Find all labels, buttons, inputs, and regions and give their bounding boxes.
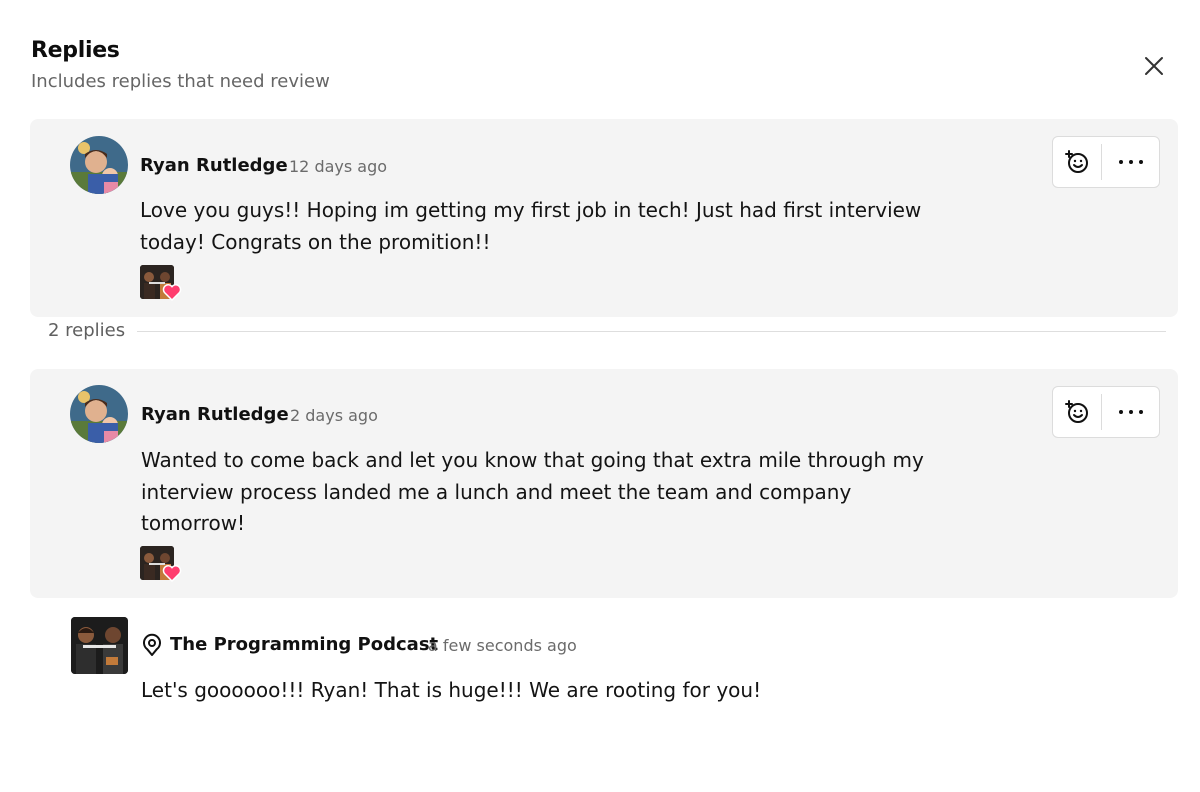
more-options-icon: [1118, 160, 1143, 164]
creator-heart-reaction: [140, 546, 182, 582]
close-button[interactable]: [1138, 50, 1170, 82]
comment-author[interactable]: The Programming Podcast: [170, 634, 438, 655]
more-options-button[interactable]: [1102, 387, 1159, 437]
creator-heart-reaction: [140, 265, 182, 301]
add-reaction-icon: [1065, 400, 1088, 423]
avatar[interactable]: [70, 385, 128, 443]
panel-subtitle: Includes replies that need review: [31, 71, 330, 92]
heart-icon: [162, 284, 182, 301]
comment-time[interactable]: a few seconds ago: [428, 636, 577, 655]
creator-pin-icon: [143, 633, 161, 656]
more-options-button[interactable]: [1102, 137, 1159, 187]
replies-divider: [137, 331, 1166, 332]
comment-author[interactable]: Ryan Rutledge: [140, 155, 288, 176]
comment-actions: [1052, 386, 1160, 438]
comment-time[interactable]: 2 days ago: [290, 406, 378, 425]
comment-text: Let's goooooo!!! Ryan! That is huge!!! W…: [141, 678, 762, 702]
comment-author[interactable]: Ryan Rutledge: [141, 404, 289, 425]
add-reaction-icon: [1065, 150, 1088, 173]
comment-text: Love you guys!! Hoping im getting my fir…: [140, 198, 922, 254]
heart-icon: [162, 565, 182, 582]
replies-count-toggle[interactable]: 2 replies: [48, 320, 125, 341]
reply-comment: Ryan Rutledge 2 days ago Wanted to come …: [30, 369, 1178, 598]
comment-actions: [1052, 136, 1160, 188]
comment-text: Wanted to come back and let you know tha…: [141, 448, 924, 535]
add-reaction-button[interactable]: [1053, 387, 1101, 437]
comment-time[interactable]: 12 days ago: [289, 157, 387, 176]
add-reaction-button[interactable]: [1053, 137, 1101, 187]
panel-title: Replies: [31, 38, 120, 63]
parent-comment: Ryan Rutledge 12 days ago Love you guys!…: [30, 119, 1178, 317]
creator-avatar[interactable]: [71, 617, 128, 674]
close-icon: [1145, 57, 1163, 75]
more-options-icon: [1118, 410, 1143, 414]
avatar[interactable]: [70, 136, 128, 194]
